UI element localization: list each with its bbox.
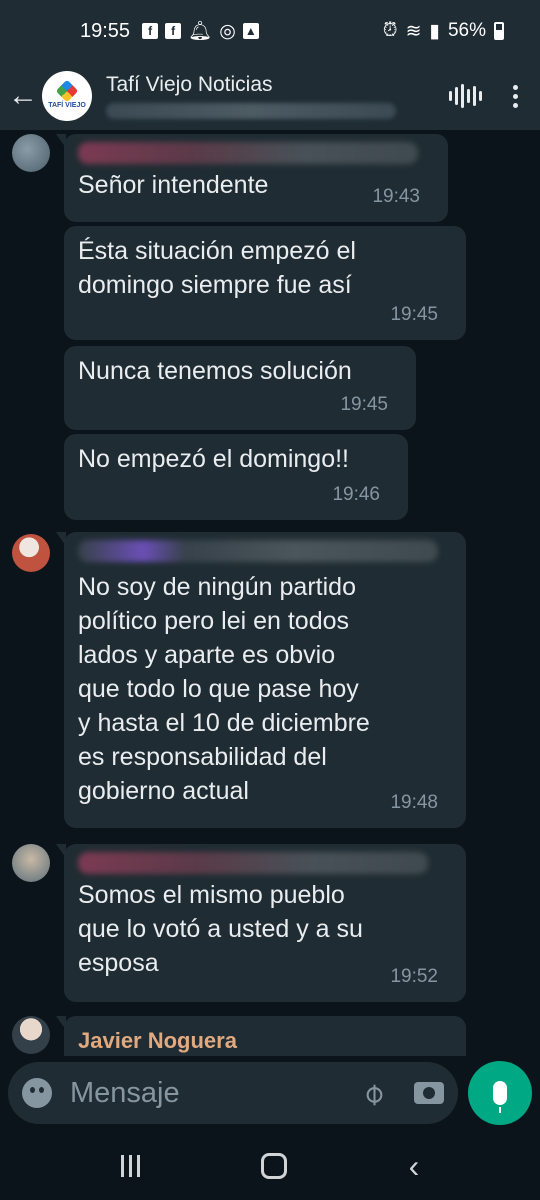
system-nav-bar: ‹ bbox=[0, 1132, 540, 1200]
message-bubble[interactable]: Ésta situación empezó el domingo siempre… bbox=[64, 226, 466, 340]
chat-subtitle-blurred bbox=[106, 103, 396, 119]
sender-avatar[interactable] bbox=[12, 534, 50, 572]
message-time: 19:43 bbox=[372, 186, 420, 207]
message-bubble[interactable]: Javier Noguera bbox=[56, 1016, 466, 1056]
audio-wave-icon bbox=[440, 84, 490, 108]
facebook-icon: f bbox=[165, 23, 182, 39]
battery-icon bbox=[494, 22, 504, 40]
alarm-icon: ⏰︎ bbox=[382, 20, 398, 41]
sender-name-blurred bbox=[78, 852, 428, 874]
recents-icon[interactable] bbox=[120, 1155, 140, 1177]
sender-avatar[interactable] bbox=[12, 134, 50, 172]
status-bar: 19:55 f f 🔔︎ ◎ ▲ ⏰︎ ≋ ▮ 56% bbox=[0, 0, 540, 62]
message-time: 19:46 bbox=[332, 484, 380, 505]
more-vert-icon bbox=[490, 84, 540, 108]
image-icon: ▲ bbox=[242, 23, 259, 39]
emoji-icon[interactable] bbox=[22, 1078, 52, 1108]
wifi-icon: ≋ bbox=[405, 20, 422, 42]
message-bubble[interactable]: Señor intendente 19:43 bbox=[56, 134, 448, 222]
home-icon[interactable] bbox=[261, 1153, 288, 1179]
back-arrow-icon[interactable]: ← bbox=[8, 79, 40, 113]
message-text: No empezó el domingo!! bbox=[78, 445, 349, 473]
group-avatar[interactable]: TAFÍ VIEJO bbox=[42, 71, 92, 121]
signal-icon: ▮ bbox=[429, 20, 440, 42]
whatsapp-icon: ◎ bbox=[219, 20, 236, 42]
chat-header: ← TAFÍ VIEJO Tafí Viejo Noticias bbox=[0, 62, 540, 130]
chat-title: Tafí Viejo Noticias bbox=[106, 73, 273, 96]
chat-title-area[interactable]: Tafí Viejo Noticias bbox=[106, 73, 440, 119]
menu-button[interactable] bbox=[490, 84, 540, 108]
sender-name: Javier Noguera bbox=[78, 1028, 237, 1053]
battery-percent: 56% bbox=[447, 20, 486, 41]
message-time: 19:45 bbox=[390, 304, 438, 325]
message-text: Nunca tenemos solución bbox=[78, 357, 352, 385]
microphone-icon bbox=[493, 1081, 507, 1113]
message-bubble[interactable]: No empezó el domingo!! 19:46 bbox=[64, 434, 408, 520]
facebook-icon: f bbox=[142, 23, 159, 39]
message-input[interactable]: Mensaje bbox=[70, 1077, 358, 1110]
message-composer: Mensaje ⌀ bbox=[8, 1062, 458, 1124]
camera-icon[interactable] bbox=[414, 1082, 444, 1104]
sender-name-blurred bbox=[78, 540, 438, 562]
back-nav-icon[interactable]: ‹ bbox=[409, 1148, 420, 1185]
logo-icon bbox=[55, 79, 79, 103]
bell-icon: 🔔︎ bbox=[188, 21, 213, 42]
message-list[interactable]: Señor intendente 19:43 Ésta situación em… bbox=[0, 130, 540, 1056]
message-time: 19:48 bbox=[390, 792, 438, 813]
voice-record-button[interactable] bbox=[468, 1061, 532, 1125]
sender-name-blurred bbox=[78, 142, 418, 164]
sender-avatar[interactable] bbox=[12, 844, 50, 882]
voice-chat-button[interactable] bbox=[440, 84, 490, 108]
notification-icons: f f 🔔︎ ◎ ▲ bbox=[142, 19, 259, 43]
message-time: 19:52 bbox=[390, 966, 438, 987]
message-bubble[interactable]: Nunca tenemos solución 19:45 bbox=[64, 346, 416, 430]
message-text: No soy de ningún partido político pero l… bbox=[78, 573, 370, 805]
sender-avatar[interactable] bbox=[12, 1016, 50, 1054]
message-time: 19:45 bbox=[340, 394, 388, 415]
message-bubble[interactable]: Somos el mismo pueblo que lo votó a uste… bbox=[56, 844, 466, 1002]
status-time: 19:55 bbox=[80, 19, 131, 42]
message-text: Ésta situación empezó el domingo siempre… bbox=[78, 237, 356, 299]
logo-text: TAFÍ VIEJO bbox=[48, 102, 86, 109]
message-bubble[interactable]: No soy de ningún partido político pero l… bbox=[56, 532, 466, 828]
